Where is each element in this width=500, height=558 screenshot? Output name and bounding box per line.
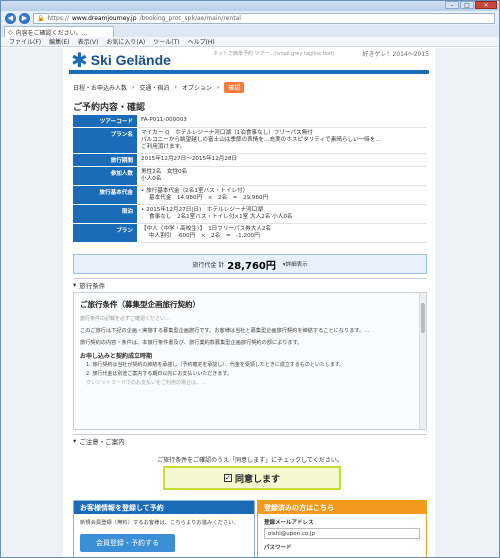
tab-title: 内容をご確認ください。... (15, 29, 88, 37)
row-label: 旅行期間 (73, 153, 137, 167)
email-label: 登録メールアドレス (264, 520, 314, 526)
scrollbar-thumb[interactable] (421, 303, 425, 333)
logo-text: Ski Gelände (90, 52, 171, 68)
forward-arrow-icon[interactable]: ▶ (19, 12, 30, 24)
notice-section-header[interactable]: ▾ ご注意・ご案内 (73, 434, 427, 446)
row-value: • 2015年12月27日(日) ホテルレジーナ河口湖 食事なし 2名1室バス・ト… (137, 204, 427, 224)
url-path: /booking_proc_spk/ae/main/rental (139, 14, 241, 22)
detail-toggle[interactable]: ▾詳細表示 (283, 260, 308, 268)
breadcrumb-step-current: 確認 (224, 82, 245, 93)
chevron-down-icon: ▾ (73, 280, 77, 289)
back-arrow-icon[interactable]: ◀ (5, 12, 16, 24)
member-panel-title: 登録済みの方はこちら (258, 501, 426, 514)
agree-checkbox-box[interactable]: ✓ 同意します (163, 466, 341, 490)
breadcrumb-step-3: オプション (181, 85, 212, 92)
terms-item-muted: クレジットカードでのお支払いをご利用の場合は、… (86, 380, 207, 386)
url-scheme: https:// (47, 14, 69, 22)
terms-item: 1. 旅行契約は当社が契約の締結を承諾し（予約確定を承認し）、代金を受領したとき… (86, 362, 345, 368)
breadcrumb-separator: › (174, 84, 177, 91)
menu-bar: ファイル(F) 編集(E) 表示(V) お気に入り(A) ツール(T) ヘルプ(… (1, 37, 499, 47)
row-label: 参加人数 (73, 166, 137, 186)
address-row: ◀ ▶ 🔒 https://www.dreamjourney.jp/bookin… (1, 11, 499, 25)
agree-label: 同意します (234, 474, 280, 485)
member-panel: 登録済みの方はこちら 登録メールアドレス oishi@upon.co.jp パス… (257, 500, 427, 557)
agree-instruction: ご旅行条件をご確認のうえ「同意します」にチェックしてください。 (157, 457, 343, 464)
address-bar[interactable]: 🔒 https://www.dreamjourney.jp/booking_pr… (33, 12, 495, 24)
page-viewport: ✱ Ski Gelände ネットで簡単予約 ツアー…(small grey t… (1, 48, 499, 557)
menu-edit[interactable]: 編集(E) (49, 37, 69, 46)
row-label: ツアーコード (73, 115, 137, 128)
menu-file[interactable]: ファイル(F) (9, 37, 41, 46)
title-bar: – □ ✕ (1, 1, 499, 11)
row-label: 宿泊 (73, 204, 137, 224)
site-link[interactable]: 好きゲレ！2014〜2015 (362, 49, 429, 58)
maximize-button[interactable]: □ (460, 1, 474, 9)
register-panel-title: お客様情報を登録して予約 (74, 501, 254, 514)
site-tagline: ネットで簡単予約 ツアー…(small grey tagline text) (213, 51, 335, 57)
register-panel-desc: 新規会員登録（無料）するお客様は、こちらよりお進みください。 (80, 520, 239, 526)
row-value: マイカー Q ホテルレジーナ河口湖（1泊食事なし）フリーパス無付 パルコニーから眺… (137, 127, 427, 154)
register-panel: お客様情報を登録して予約 新規会員登録（無料）するお客様は、こちらよりお進みくだ… (73, 500, 255, 557)
breadcrumb: 日程・お申込み人数 › 交通・宿泊 › オプション › 確認 (73, 82, 245, 93)
chevron-down-icon: ▾ (73, 436, 77, 445)
row-label: プラン名 (73, 127, 137, 154)
table-row: プラン名 マイカー Q ホテルレジーナ河口湖（1泊食事なし）フリーパス無付 パルコ… (73, 127, 427, 154)
checkbox-checked-icon[interactable]: ✓ (223, 474, 232, 482)
table-row: 参加人数 男性2名 女性0名 小人0名 (73, 166, 427, 186)
email-field[interactable]: oishi@upon.co.jp (264, 528, 420, 539)
row-value: 2015年12月27日〜2015年12月28日 (137, 153, 427, 167)
terms-body: このご旅行は下記の企画・実施する募集型企画旅行です。お客様は当社と募集型企画旅行… (80, 328, 370, 334)
url-host: www.dreamjourney.jp (72, 14, 137, 22)
terms-scroll-box[interactable]: ご旅行条件（募集型企画旅行契約） 旅行条件の記載を必ずご確認ください… このご旅… (73, 292, 427, 430)
table-row: 旅行期間 2015年12月27日〜2015年12月28日 (73, 153, 427, 167)
password-label: パスワード (264, 545, 292, 551)
nav-strip (69, 70, 429, 74)
table-row: 宿泊 • 2015年12月27日(日) ホテルレジーナ河口湖 食事なし 2名1室バ… (73, 204, 427, 224)
total-price-box: 旅行代金 計 28,760円 ▾詳細表示 (73, 254, 427, 274)
breadcrumb-step-1: 日程・お申込み人数 (73, 85, 128, 92)
snowflake-icon: ✱ (71, 48, 88, 72)
total-label: 旅行代金 計 (192, 261, 225, 269)
site-logo[interactable]: ✱ Ski Gelände (71, 50, 171, 70)
terms-title: ご旅行条件（募集型企画旅行契約） (80, 300, 200, 309)
table-row: ツアーコード FA-P011-000003 (73, 115, 427, 128)
row-label: 旅行基本代金 (73, 185, 137, 205)
terms-scrollbar[interactable] (419, 293, 426, 429)
terms-faint-line: 旅行条件の記載を必ずご確認ください… (80, 316, 171, 322)
minimize-button[interactable]: – (445, 1, 459, 9)
breadcrumb-step-2: 交通・宿泊 (139, 85, 170, 92)
menu-favorites[interactable]: お気に入り(A) (106, 37, 145, 46)
breadcrumb-separator: › (216, 84, 220, 91)
terms-section-label: 旅行条件 (79, 281, 106, 290)
row-value: 【中人（中学・高校生）】 1日フリーパス券大人2名 中人割引 -600円 × 2名… (137, 223, 427, 243)
row-value: 男性2名 女性0名 小人0名 (137, 166, 427, 186)
menu-tools[interactable]: ツール(T) (153, 37, 179, 46)
table-row: プラン 【中人（中学・高校生）】 1日フリーパス券大人2名 中人割引 -600円 … (73, 223, 427, 243)
menu-view[interactable]: 表示(V) (78, 37, 99, 46)
main-content: ✱ Ski Gelände ネットで簡単予約 ツアー…(small grey t… (63, 48, 435, 557)
terms-body-2: 旅行契約の内容・条件は、本旅行条件書及び、旅行業約款募集型企画旅行契約の部により… (80, 340, 303, 346)
lock-icon: 🔒 (37, 14, 45, 22)
booking-details-table: ツアーコード FA-P011-000003 プラン名 マイカー Q ホテルレジー… (73, 115, 427, 243)
terms-item: 2. 旅行代金は別途ご案内する期日以内にお支払いいただきます。 (86, 371, 232, 377)
notice-section-label: ご注意・ご案内 (79, 437, 125, 446)
tab-strip: ◇ 内容をご確認ください。... (1, 25, 499, 37)
row-value: • 旅行基本代金（2名1室バス・トイレ付） 基本代金 14,980円 × 2名 =… (137, 185, 427, 205)
page-title: ご予約内容・確認 (73, 103, 146, 113)
register-button[interactable]: 会員登録・予約する (80, 534, 175, 552)
breadcrumb-separator: › (132, 84, 135, 91)
row-label: プラン (73, 223, 137, 243)
table-row: 旅行基本代金 • 旅行基本代金（2名1室バス・トイレ付） 基本代金 14,980円… (73, 185, 427, 205)
terms-section-header[interactable]: ▾ 旅行条件 (73, 278, 427, 290)
browser-window: – □ ✕ ◀ ▶ 🔒 https://www.dreamjourney.jp /… (0, 0, 500, 558)
page-icon: ◇ (8, 28, 13, 36)
browser-tab[interactable]: ◇ 内容をご確認ください。... (4, 26, 114, 37)
row-value: FA-P011-000003 (137, 115, 427, 128)
total-amount: 28,760円 (227, 260, 276, 272)
close-button[interactable]: ✕ (475, 1, 497, 9)
menu-help[interactable]: ヘルプ(H) (188, 37, 215, 46)
terms-subheading: お申し込みと契約成立時期 (80, 353, 153, 360)
